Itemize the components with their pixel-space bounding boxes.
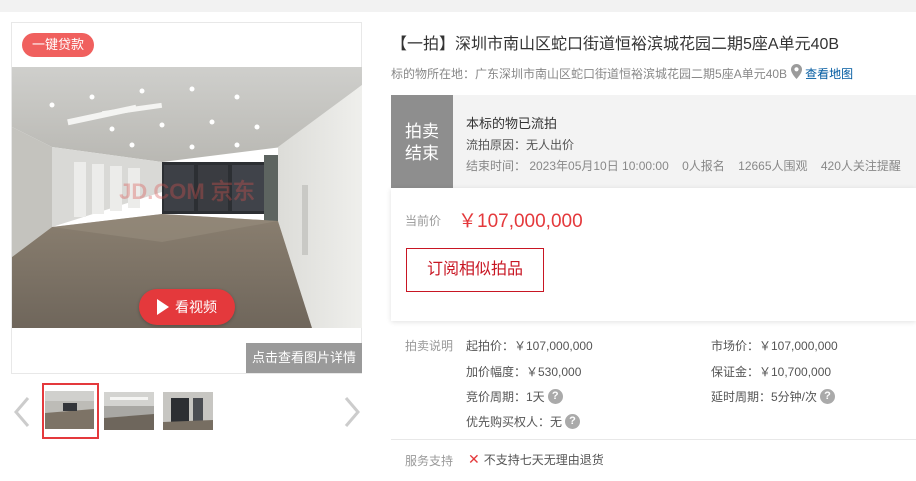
top-bar (0, 0, 916, 12)
watch-video-button[interactable]: 看视频 (139, 289, 235, 325)
market-price: 市场价：￥107,000,000 (711, 339, 838, 353)
thumbnail-1[interactable] (42, 383, 99, 439)
thumbnail-image (104, 392, 154, 430)
current-price-value: ￥107,000,000 (458, 211, 583, 232)
failure-reason: 流拍原因：无人出价 (466, 138, 575, 152)
status-title: 本标的物已流拍 (466, 116, 558, 131)
auction-rules: 拍卖说明 起拍价：￥107,000,000 市场价：￥107,000,000 加… (391, 332, 916, 432)
location-label: 标的物所在地： (391, 66, 476, 81)
chevron-right-icon[interactable] (340, 394, 364, 430)
rules-label: 拍卖说明 (405, 339, 454, 353)
help-icon[interactable]: ? (565, 414, 581, 429)
priority-buyer: 优先购买权人：无 ? (466, 413, 581, 430)
thumbnail-3[interactable] (163, 392, 213, 430)
start-price: 起拍价：￥107,000,000 (466, 339, 593, 353)
no-return-text: 不支持七天无理由退货 (483, 453, 604, 467)
loan-badge[interactable]: 一键贷款 (22, 33, 94, 57)
help-icon[interactable]: ? (547, 389, 563, 404)
status-tag-line2: 结束 (405, 144, 439, 163)
video-label: 看视频 (175, 299, 217, 315)
deposit: 保证金：￥10,700,000 (711, 365, 832, 379)
divider (391, 439, 916, 440)
chevron-left-icon[interactable] (10, 394, 34, 430)
close-icon: ✕ (468, 451, 480, 467)
signup-count: 0人报名 (682, 159, 725, 173)
status-tag-line1: 拍卖 (405, 122, 439, 141)
view-photo-details-button[interactable]: 点击查看图片详情 (246, 343, 362, 373)
service-support: 服务支持 ✕ 不支持七天无理由退货 (391, 449, 916, 469)
delay-period: 延时周期：5分钟/次 ? (711, 388, 836, 405)
status-meta: 结束时间： 2023年05月10日 10:00:00 0人报名 12665人围观… (466, 157, 911, 174)
bid-period: 竞价周期：1天 ? (466, 388, 563, 405)
end-time: 结束时间： 2023年05月10日 10:00:00 (466, 159, 669, 173)
bid-increment: 加价幅度：￥530,000 (466, 365, 582, 379)
subscribe-similar-button[interactable]: 订阅相似拍品 (406, 248, 544, 292)
viewer-count: 12665人围观 (738, 159, 808, 173)
thumbnail-image (45, 391, 94, 429)
help-icon[interactable]: ? (820, 389, 836, 404)
location-value: 广东深圳市南山区蛇口街道恒裕滨城花园二期5座A单元40B (475, 66, 788, 81)
map-pin-icon (791, 64, 803, 82)
item-location: 标的物所在地： 广东深圳市南山区蛇口街道恒裕滨城花园二期5座A单元40B 查看地… (391, 64, 853, 82)
thumbnail-2[interactable] (104, 392, 154, 430)
service-label: 服务支持 (405, 454, 454, 468)
current-price-label: 当前价 (405, 214, 442, 228)
watermark: JD.COM 京东 (119, 179, 255, 204)
thumbnail-image (163, 392, 213, 430)
view-map-link[interactable]: 查看地图 (805, 65, 853, 82)
item-title: 【一拍】深圳市南山区蛇口街道恒裕滨城花园二期5座A单元40B (391, 36, 840, 53)
auction-status-panel: 拍卖 结束 本标的物已流拍 流拍原因：无人出价 结束时间： 2023年05月10… (391, 95, 916, 188)
reminder-count: 420人关注提醒 (820, 159, 901, 173)
play-icon (157, 299, 169, 315)
auction-ended-tag: 拍卖 结束 (391, 95, 453, 188)
price-panel: 当前价 ￥107,000,000 订阅相似拍品 (391, 188, 916, 321)
no-return-policy: ✕ 不支持七天无理由退货 (468, 451, 604, 468)
